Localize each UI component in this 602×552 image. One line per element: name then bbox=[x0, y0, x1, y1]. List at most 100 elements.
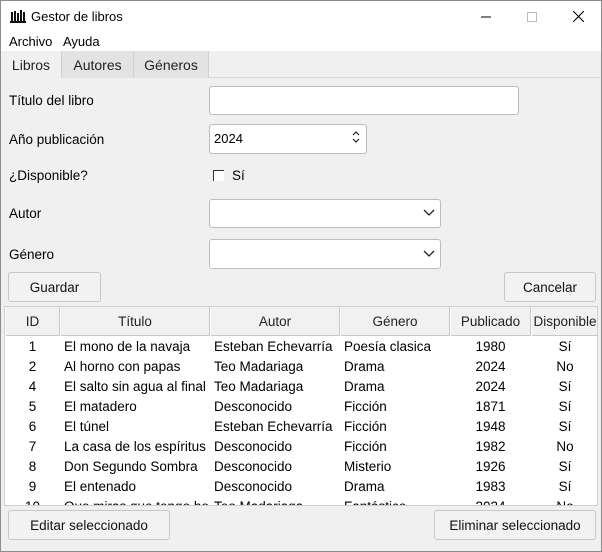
cell-author: Esteban Echevarría bbox=[214, 339, 333, 354]
cell-title: La casa de los espíritus bbox=[64, 439, 206, 454]
cell-title: El mono de la navaja bbox=[64, 339, 191, 354]
cell-published: 1983 bbox=[475, 479, 506, 494]
menu-ayuda[interactable]: Ayuda bbox=[63, 34, 100, 49]
cell-available: No bbox=[556, 359, 574, 374]
table-header: ID Título Autor Género Publicado Disponi… bbox=[5, 307, 597, 336]
cell-genre: Drama bbox=[344, 379, 385, 394]
cell-author: Desconocido bbox=[214, 459, 293, 474]
cell-author: Teo Madariaga bbox=[214, 379, 304, 394]
cell-id: 2 bbox=[28, 359, 37, 374]
chevron-down-icon bbox=[423, 209, 435, 216]
author-label: Autor bbox=[9, 206, 42, 221]
cell-title: El entenado bbox=[64, 479, 137, 494]
cell-genre: Ficción bbox=[344, 439, 387, 454]
maximize-button[interactable] bbox=[509, 1, 555, 32]
cell-genre: Ficción bbox=[344, 399, 387, 414]
available-checkbox[interactable] bbox=[213, 170, 224, 181]
cell-author: Desconocido bbox=[214, 439, 293, 454]
cell-published: 2024 bbox=[450, 497, 531, 505]
tab-bar: Libros Autores Géneros bbox=[1, 51, 601, 78]
table-row[interactable]: 9 El entenado Desconocido Drama 1983 Sí bbox=[5, 477, 597, 497]
cell-published: 1926 bbox=[475, 459, 506, 474]
table-row[interactable]: 7 La casa de los espíritus Desconocido Ficc… bbox=[5, 437, 597, 457]
close-icon bbox=[572, 11, 584, 22]
cell-available: Sí bbox=[558, 459, 572, 474]
year-spinner[interactable]: 2024 bbox=[209, 124, 367, 154]
column-header-available[interactable]: Disponible bbox=[531, 307, 597, 336]
column-header-published[interactable]: Publicado bbox=[450, 307, 531, 336]
author-select[interactable] bbox=[209, 199, 441, 228]
cell-published: 2024 bbox=[475, 359, 506, 374]
cell-author: Teo Madariaga bbox=[214, 497, 339, 505]
cell-published: 1948 bbox=[475, 419, 506, 434]
table-row[interactable]: 1 El mono de la navaja Esteban Echevarría P… bbox=[5, 337, 597, 357]
cell-published: 1980 bbox=[475, 339, 506, 354]
genre-label: Género bbox=[9, 247, 55, 262]
menu-bar: Archivo Ayuda bbox=[1, 32, 601, 51]
table-row[interactable]: 2 Al horno con papas Teo Madariaga Drama 202… bbox=[5, 357, 597, 377]
available-checkbox-label[interactable]: Sí bbox=[232, 168, 245, 183]
cell-title: El salto sin agua al final bbox=[64, 379, 206, 394]
cell-author: Desconocido bbox=[214, 399, 293, 414]
cell-available: Sí bbox=[558, 399, 572, 414]
chevron-down-icon bbox=[423, 250, 435, 257]
app-window: Gestor de libros Archivo Ayuda Libros Au… bbox=[0, 0, 602, 552]
cell-title: Don Segundo Sombra bbox=[64, 459, 198, 474]
minimize-icon bbox=[481, 16, 491, 17]
table-row[interactable]: 10 Que miras que tengo hoy Teo Madariaga Fa… bbox=[5, 497, 597, 505]
column-header-id[interactable]: ID bbox=[5, 307, 60, 336]
table-row[interactable]: 8 Don Segundo Sombra Desconocido Misterio 19… bbox=[5, 457, 597, 477]
edit-selected-button[interactable]: Editar seleccionado bbox=[8, 510, 170, 540]
library-icon bbox=[10, 10, 26, 23]
spinner-arrows-icon[interactable] bbox=[352, 130, 360, 144]
tab-autores[interactable]: Autores bbox=[62, 51, 134, 78]
cell-published: 1982 bbox=[475, 439, 506, 454]
maximize-icon bbox=[527, 11, 537, 22]
cell-id: 4 bbox=[28, 379, 37, 394]
cell-genre: Poesía clasica bbox=[344, 339, 432, 354]
cell-published: 1871 bbox=[475, 399, 506, 414]
cell-author: Desconocido bbox=[214, 479, 293, 494]
column-header-genre[interactable]: Género bbox=[340, 307, 450, 336]
cell-available: No bbox=[531, 497, 597, 505]
table-row[interactable]: 5 El matadero Desconocido Ficción 1871 Sí bbox=[5, 397, 597, 417]
cell-available: Sí bbox=[558, 379, 572, 394]
cancel-button[interactable]: Cancelar bbox=[504, 272, 596, 302]
cell-title: Al horno con papas bbox=[64, 359, 181, 374]
cell-id: 10 bbox=[5, 497, 60, 505]
title-label: Título del libro bbox=[9, 93, 94, 108]
cell-author: Esteban Echevarría bbox=[214, 419, 333, 434]
cell-id: 1 bbox=[28, 339, 37, 354]
books-table[interactable]: ID Título Autor Género Publicado Disponi… bbox=[4, 306, 598, 506]
close-button[interactable] bbox=[555, 1, 601, 32]
cell-id: 9 bbox=[28, 479, 37, 494]
table-row[interactable]: 4 El salto sin agua al final Teo Madariaga… bbox=[5, 377, 597, 397]
cell-available: Sí bbox=[558, 419, 572, 434]
table-row[interactable]: 6 El túnel Esteban Echevarría Ficción 1948 Sí bbox=[5, 417, 597, 437]
cell-author: Teo Madariaga bbox=[214, 359, 304, 374]
delete-selected-button[interactable]: Eliminar seleccionado bbox=[434, 510, 596, 540]
cell-published: 2024 bbox=[475, 379, 506, 394]
window-title: Gestor de libros bbox=[31, 9, 123, 24]
menu-archivo[interactable]: Archivo bbox=[9, 34, 52, 49]
title-bar: Gestor de libros bbox=[1, 1, 601, 32]
cell-genre: Misterio bbox=[344, 459, 392, 474]
title-input[interactable] bbox=[209, 86, 519, 115]
cell-genre: Ficción bbox=[344, 419, 387, 434]
available-label: ¿Disponible? bbox=[9, 168, 88, 183]
column-header-author[interactable]: Autor bbox=[210, 307, 340, 336]
cell-id: 5 bbox=[28, 399, 37, 414]
cell-id: 6 bbox=[28, 419, 37, 434]
year-value: 2024 bbox=[214, 131, 243, 146]
tab-libros[interactable]: Libros bbox=[1, 51, 62, 78]
tab-generos[interactable]: Géneros bbox=[134, 51, 209, 78]
cell-id: 8 bbox=[28, 459, 37, 474]
cell-available: Sí bbox=[558, 479, 572, 494]
year-label: Año publicación bbox=[9, 132, 105, 147]
column-header-title[interactable]: Título bbox=[60, 307, 210, 336]
cell-genre: Drama bbox=[344, 359, 385, 374]
cell-genre: Drama bbox=[344, 479, 385, 494]
save-button[interactable]: Guardar bbox=[8, 272, 101, 302]
genre-select[interactable] bbox=[209, 239, 441, 269]
minimize-button[interactable] bbox=[463, 1, 509, 32]
